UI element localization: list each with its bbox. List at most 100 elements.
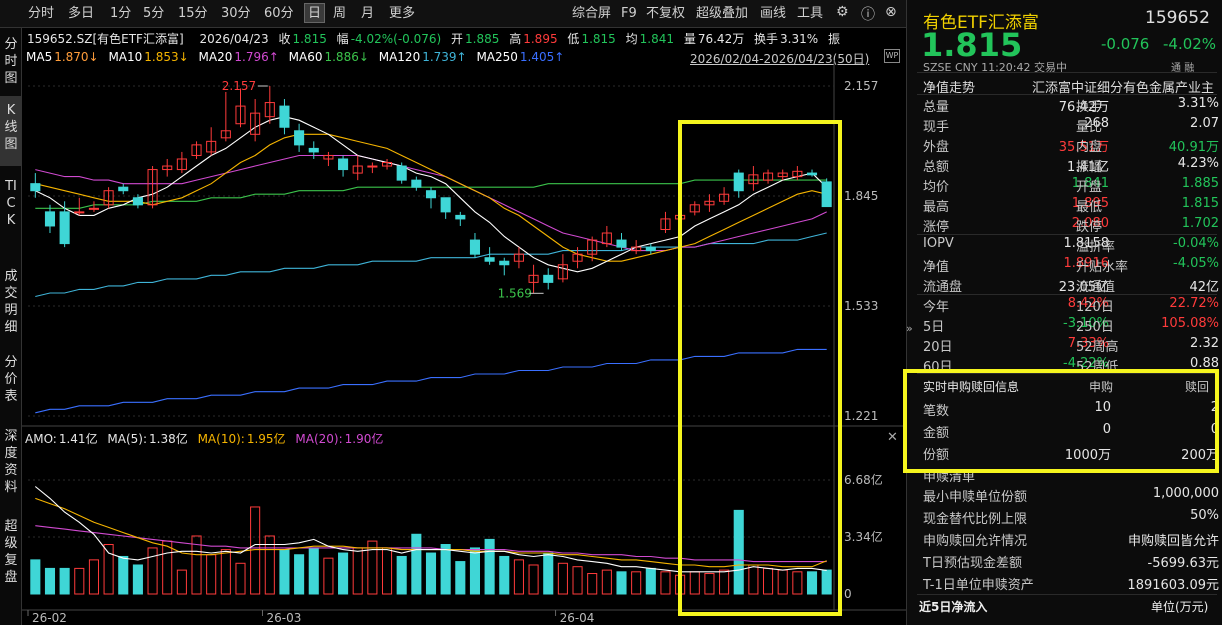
volume-tick-label: 3.34亿 bbox=[844, 529, 883, 544]
stat-label: IOPV bbox=[923, 236, 954, 251]
volume-bar bbox=[294, 554, 305, 595]
close-icon[interactable]: ⊗ bbox=[885, 4, 897, 20]
volume-bar bbox=[601, 569, 612, 595]
volume-bar bbox=[499, 555, 510, 595]
stat-row: 今年 8.42% 120日 22.72% bbox=[923, 296, 1219, 316]
volume-bar bbox=[30, 559, 41, 595]
help-icon[interactable]: ⓘ bbox=[861, 4, 875, 24]
tab-monthly[interactable]: 月 bbox=[361, 4, 374, 24]
candle-body bbox=[455, 214, 466, 220]
volume-tick-label: 0 bbox=[844, 587, 852, 601]
candle-body bbox=[118, 186, 129, 192]
volume-bar bbox=[469, 547, 481, 595]
tab-weekly[interactable]: 周 bbox=[333, 4, 346, 24]
stat-label: 流通盘 bbox=[923, 280, 963, 295]
stat-value: 2.32 bbox=[1190, 336, 1219, 351]
volume-bar bbox=[279, 549, 290, 595]
stat-label: 流通值 bbox=[1076, 280, 1116, 295]
expand-panel-icon[interactable]: » bbox=[906, 322, 916, 335]
stat-value: 1.815 bbox=[1181, 196, 1219, 211]
basket-label: T-1日单位申赎资产 bbox=[923, 578, 1034, 593]
stat-label: 开盘 bbox=[1076, 180, 1103, 195]
stat-row: 均价 1.841 开盘 1.885 bbox=[923, 176, 1219, 196]
tab-15min[interactable]: 15分 bbox=[178, 4, 208, 24]
nav-kline[interactable]: K线图 bbox=[0, 96, 22, 166]
volume-bar bbox=[381, 547, 393, 595]
stat-value: 3.31% bbox=[1177, 96, 1219, 111]
basket-label: 最小申赎单位份额 bbox=[923, 490, 1028, 505]
super-overlay-button[interactable]: 超级叠加 bbox=[696, 4, 748, 24]
candle-body bbox=[411, 179, 422, 188]
candle-body bbox=[74, 211, 85, 214]
stat-label: 溢折率 bbox=[1076, 240, 1116, 255]
highlight-box-sub-info bbox=[903, 369, 1219, 473]
nav-tick[interactable]: TICK bbox=[0, 178, 22, 229]
stat-label: 最高 bbox=[923, 200, 950, 215]
volume-bar bbox=[44, 567, 56, 595]
candle-body bbox=[279, 105, 290, 128]
stat-label: 均价 bbox=[923, 180, 950, 195]
tab-30min[interactable]: 30分 bbox=[221, 4, 251, 24]
tab-fenshi[interactable]: 分时 bbox=[28, 4, 54, 24]
stat-label: 总量 bbox=[923, 100, 950, 115]
left-vertical-nav: 分时图 K线图 TICK 成交明细 分价表 深度资料 超级复盘 bbox=[0, 28, 22, 625]
volume-bar bbox=[103, 544, 114, 595]
tab-1min[interactable]: 1分 bbox=[110, 4, 131, 24]
basket-label: 申购赎回允许情况 bbox=[923, 534, 1028, 549]
price-tick-label: 2.157 bbox=[844, 79, 878, 93]
stat-row: 外盘 35.51万 内盘 40.91万 bbox=[923, 136, 1219, 156]
combo-screen-button[interactable]: 综合屏 bbox=[572, 4, 611, 24]
stat-row: 最高 1.895 最低 1.815 bbox=[923, 196, 1219, 216]
volume-bar bbox=[616, 571, 627, 595]
nav-super-review[interactable]: 超级复盘 bbox=[0, 518, 22, 586]
volume-bar bbox=[528, 564, 539, 595]
volume-bar bbox=[396, 555, 407, 595]
volume-bar bbox=[587, 573, 598, 595]
no-adjust-button[interactable]: 不复权 bbox=[646, 4, 685, 24]
candle-body bbox=[132, 197, 143, 206]
stat-label: 净值 bbox=[923, 260, 950, 275]
basket-label: T日预估现金差额 bbox=[923, 556, 1022, 571]
volume-bar bbox=[338, 552, 349, 595]
stat-value: 22.72% bbox=[1169, 296, 1219, 311]
gear-icon[interactable]: ⚙ bbox=[836, 4, 849, 20]
volume-bar bbox=[176, 569, 187, 595]
volume-bar bbox=[220, 549, 231, 595]
stat-row: 总额 1.41亿 振幅 4.23% bbox=[923, 156, 1219, 176]
basket-row: 最小申赎单位份额 1,000,000 bbox=[923, 486, 1219, 506]
stat-label: 52周高 bbox=[1076, 340, 1119, 355]
tab-60min[interactable]: 60分 bbox=[264, 4, 294, 24]
volume-bar bbox=[235, 562, 246, 595]
volume-bar bbox=[455, 561, 466, 595]
f9-button[interactable]: F9 bbox=[621, 4, 637, 24]
nav-trade-detail[interactable]: 成交明细 bbox=[0, 268, 22, 336]
volume-bar bbox=[206, 554, 217, 595]
stat-label: 最低 bbox=[1076, 200, 1103, 215]
volume-bar bbox=[118, 555, 129, 595]
candle-body bbox=[88, 207, 99, 210]
candle-body bbox=[616, 239, 627, 248]
stat-value: -0.04% bbox=[1173, 236, 1219, 251]
price-tick-label: 1.845 bbox=[844, 189, 878, 203]
candle-body bbox=[499, 260, 510, 266]
basket-row: 申购赎回允许情况 申购赎回皆允许 bbox=[923, 530, 1219, 550]
tab-multi-day[interactable]: 多日 bbox=[68, 4, 94, 24]
tools-button[interactable]: 工具 bbox=[797, 4, 823, 24]
tab-5min[interactable]: 5分 bbox=[143, 4, 164, 24]
nav-timeshare[interactable]: 分时图 bbox=[0, 36, 22, 87]
tab-daily[interactable]: 日 bbox=[304, 3, 326, 23]
volume-bar bbox=[440, 544, 451, 595]
draw-line-button[interactable]: 画线 bbox=[760, 4, 786, 24]
candle-body bbox=[59, 211, 70, 245]
price-change: -0.076 bbox=[1101, 35, 1150, 53]
candle-body bbox=[308, 147, 319, 153]
quote-panel: 有色ETF汇添富 159652 1.815 -0.076 -4.02% SZSE… bbox=[906, 0, 1222, 625]
volume-bar bbox=[162, 540, 173, 595]
nav-price-table[interactable]: 分价表 bbox=[0, 354, 22, 405]
stat-label: 升贴水率 bbox=[1076, 260, 1129, 275]
tab-more[interactable]: 更多 bbox=[389, 4, 415, 24]
stat-label: 振幅 bbox=[1076, 160, 1103, 175]
stat-value: 2.07 bbox=[1190, 116, 1219, 131]
nav-depth-data[interactable]: 深度资料 bbox=[0, 428, 22, 496]
volume-bar bbox=[88, 559, 99, 595]
